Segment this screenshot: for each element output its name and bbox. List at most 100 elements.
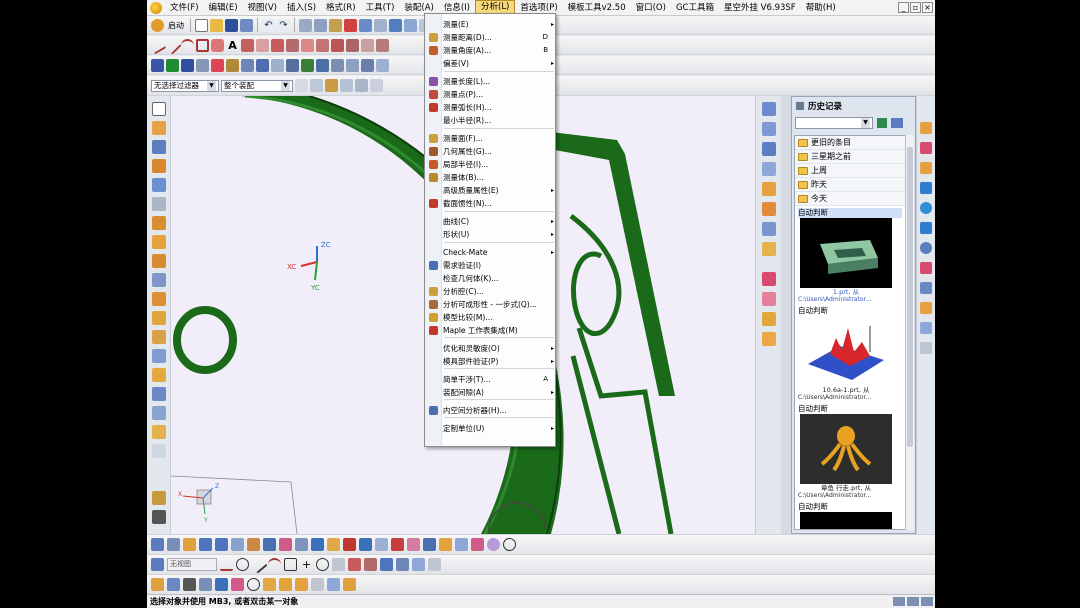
menu-item-advanced-mass-properties[interactable]: 高级质量属性(E) ▸ <box>425 184 557 197</box>
export-icon[interactable] <box>343 578 356 591</box>
select-all-icon[interactable] <box>310 79 323 92</box>
menu-item-deviation[interactable]: 偏差(V) ▸ <box>425 57 557 70</box>
note-icon[interactable] <box>183 538 196 551</box>
cylinder-icon[interactable] <box>196 58 209 72</box>
filter-settings-icon[interactable] <box>295 79 308 92</box>
subtract-icon[interactable] <box>316 58 329 72</box>
manufacturing-wizard-icon[interactable] <box>920 282 932 294</box>
offset-sketch-icon[interactable] <box>380 558 393 571</box>
extend-icon[interactable] <box>286 38 299 52</box>
spline-icon[interactable] <box>376 38 389 52</box>
chamfer-sketch-icon[interactable] <box>332 558 345 571</box>
history-scrollbar[interactable] <box>905 135 914 530</box>
history-entry[interactable]: 自动判断 章鱼 行走.prt, 从 C:\Users\Administrator… <box>795 402 905 500</box>
history-folder[interactable]: 昨天 <box>795 178 905 192</box>
unite-icon[interactable] <box>301 58 314 72</box>
rectangle-icon[interactable] <box>196 38 209 52</box>
save-as-icon[interactable] <box>240 18 253 32</box>
minimize-button[interactable]: _ <box>898 2 909 13</box>
trimmed-sheet-icon[interactable] <box>455 538 468 551</box>
history-entry[interactable]: 自动判断 <box>795 500 905 529</box>
assembly-icon[interactable] <box>151 121 166 135</box>
grid-icon[interactable] <box>471 538 484 551</box>
view-snap-icon[interactable] <box>151 558 164 571</box>
material-view-icon[interactable] <box>761 332 776 346</box>
history-folder[interactable]: 三星期之前 <box>795 150 905 164</box>
menu-item-measure-body[interactable]: 测量体(B)... <box>425 171 557 184</box>
boss-icon[interactable] <box>226 58 239 72</box>
menu-item-simple-interference[interactable]: 简单干涉(T)... A <box>425 373 557 386</box>
trim-body-icon[interactable] <box>346 58 359 72</box>
back-icon[interactable] <box>877 118 887 128</box>
snap-end-icon[interactable] <box>340 79 353 92</box>
menu-item-inner-space-analyzer[interactable]: 内空间分析器(H)... <box>425 404 557 417</box>
line-sketch2-icon[interactable] <box>249 555 268 574</box>
wcs-icon[interactable] <box>151 444 166 458</box>
instance-icon[interactable] <box>311 538 324 551</box>
replace-face-icon[interactable] <box>151 425 166 439</box>
shaded-icon[interactable] <box>761 182 776 196</box>
ruled-surface-icon[interactable] <box>343 538 356 551</box>
sew-icon[interactable] <box>151 387 166 401</box>
hole-icon[interactable] <box>211 58 224 72</box>
block-icon[interactable] <box>181 58 194 72</box>
datum-plane-icon[interactable] <box>247 538 260 551</box>
type-filter-select[interactable]: 无选择过滤器 ▼ <box>151 79 219 92</box>
web-browser-tab-icon[interactable] <box>920 202 932 214</box>
circle-icon[interactable] <box>503 538 516 551</box>
menu-item-curve[interactable]: 曲线(C) ▸ <box>425 215 557 228</box>
menu-item-model-compare[interactable]: 模型比较(M)... <box>425 311 557 324</box>
menu-item-maple-worksheet[interactable]: Maple 工作表集成(M) <box>425 324 557 337</box>
quick-trim-icon[interactable] <box>348 558 361 571</box>
move-object-icon[interactable] <box>151 578 164 591</box>
new-file-icon[interactable] <box>195 18 208 32</box>
chamfer-icon[interactable] <box>256 38 269 52</box>
extrude-icon[interactable] <box>151 58 164 72</box>
pocket-icon[interactable] <box>241 58 254 72</box>
roles-icon[interactable] <box>920 302 932 314</box>
light-icon[interactable] <box>761 312 776 326</box>
reuse-library-icon[interactable] <box>151 159 166 173</box>
template-icon[interactable] <box>295 578 308 591</box>
save-icon[interactable] <box>225 18 238 32</box>
section-view-icon[interactable] <box>761 292 776 306</box>
menu-item-measure-arc-length[interactable]: 测量弧长(H)... <box>425 101 557 114</box>
scroll-thumb[interactable] <box>907 147 913 447</box>
studio-icon[interactable] <box>761 242 776 256</box>
pan-icon[interactable] <box>761 142 776 156</box>
undo-icon[interactable]: ↶ <box>262 18 275 32</box>
menu-item-measure-length[interactable]: 测量长度(L)... <box>425 75 557 88</box>
layer-icon[interactable] <box>374 18 387 32</box>
menu-item-examine-geometry[interactable]: 检查几何体(K)... <box>425 272 557 285</box>
history-icon[interactable] <box>151 197 166 211</box>
patch-icon[interactable] <box>151 406 166 420</box>
zoom-window-icon[interactable] <box>761 122 776 136</box>
measure-icon[interactable] <box>183 578 196 591</box>
project-curve-icon[interactable] <box>316 38 329 52</box>
new-sheet-icon[interactable] <box>151 102 166 116</box>
mirror-sketch-icon[interactable] <box>396 558 409 571</box>
wireframe-icon[interactable] <box>761 202 776 216</box>
snap-center-icon[interactable] <box>370 79 383 92</box>
revolve-icon[interactable] <box>166 58 179 72</box>
arrow-left-icon[interactable] <box>199 538 212 551</box>
part-navigator-icon[interactable] <box>151 140 166 154</box>
polygon-icon[interactable] <box>211 38 224 52</box>
menu-insert[interactable]: 插入(S) <box>282 0 321 16</box>
offset-surface-icon[interactable] <box>439 538 452 551</box>
wave-link-icon[interactable] <box>327 538 340 551</box>
history-entry[interactable]: 自动判断 1.prt, 从 C:\Users\Administrator... <box>795 206 905 304</box>
assembly-navigator-icon[interactable] <box>920 122 932 134</box>
arc-icon[interactable] <box>181 38 194 52</box>
edge-blend-icon[interactable] <box>376 58 389 72</box>
clipping-icon[interactable] <box>761 272 776 286</box>
rotate-view-icon[interactable] <box>761 162 776 176</box>
redo-icon[interactable]: ↷ <box>277 18 290 32</box>
line-sketch-icon[interactable] <box>163 35 182 55</box>
close-button[interactable]: × <box>922 2 933 13</box>
slot-icon[interactable] <box>286 58 299 72</box>
refresh-icon[interactable] <box>389 18 402 32</box>
pin-icon[interactable] <box>796 101 804 110</box>
layer-move-icon[interactable] <box>215 578 228 591</box>
history-tab-icon[interactable] <box>920 222 932 234</box>
